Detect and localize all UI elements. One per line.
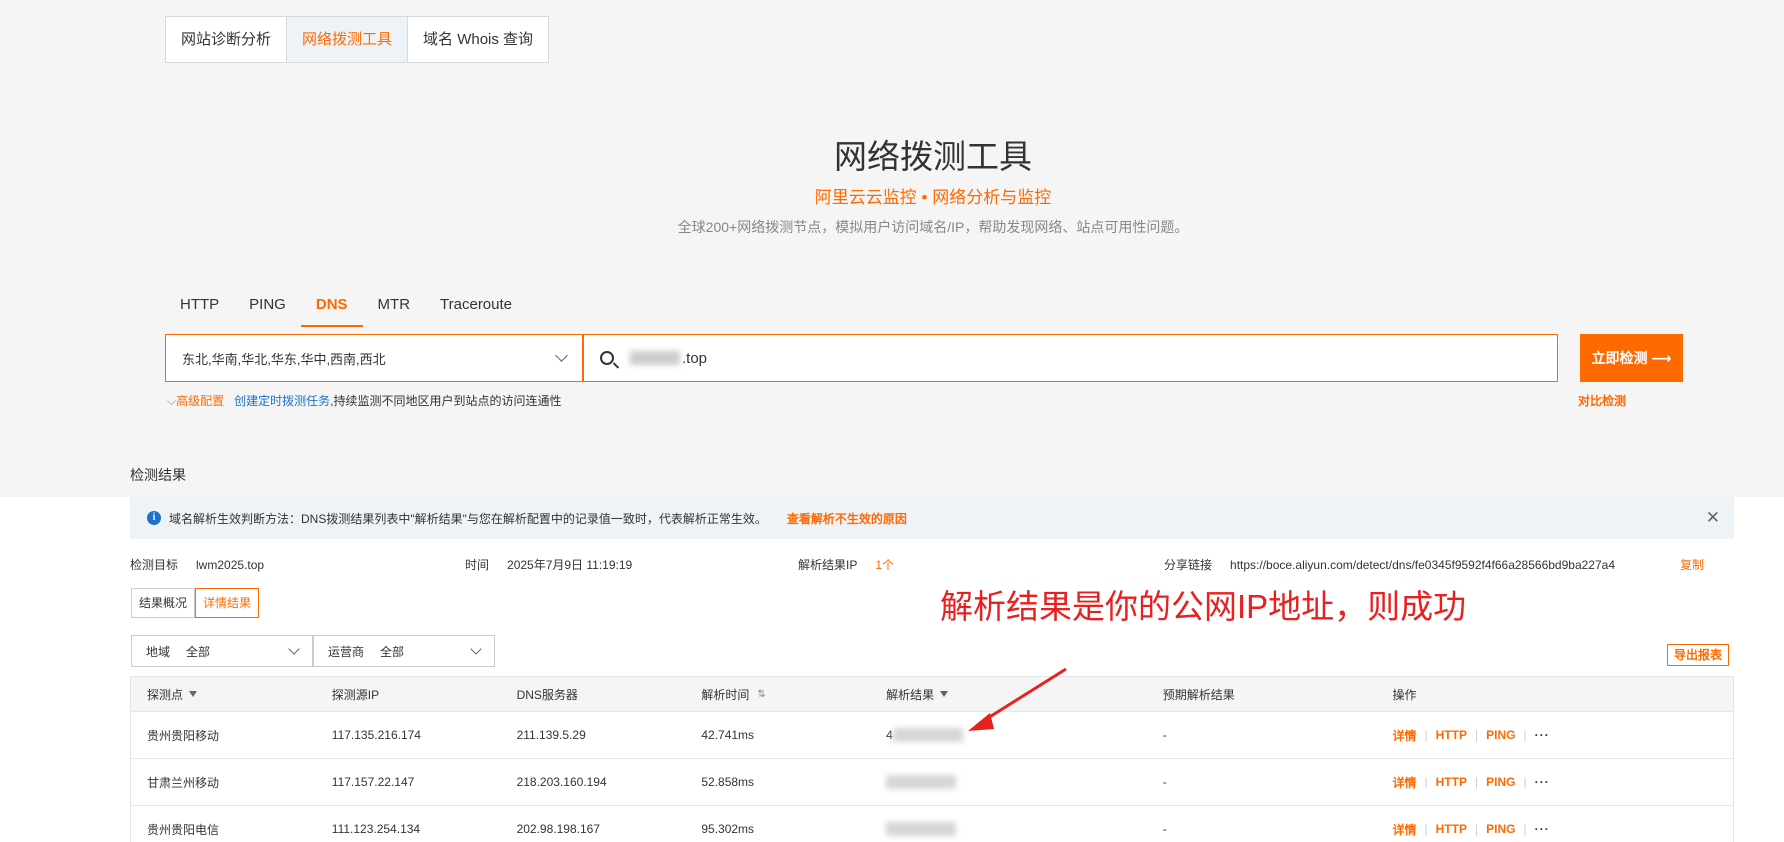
col-probe-point[interactable]: 探测点: [131, 677, 316, 711]
tab-mtr[interactable]: MTR: [363, 293, 426, 327]
share-link[interactable]: https://boce.aliyun.com/detect/dns/fe034…: [1230, 558, 1615, 572]
http-link[interactable]: HTTP: [1436, 775, 1467, 789]
chevron-down-icon: [555, 349, 568, 362]
filter-icon[interactable]: [189, 691, 198, 697]
table-row: 贵州贵阳电信 111.123.254.134 202.98.198.167 95…: [131, 806, 1733, 842]
ping-link[interactable]: PING: [1486, 728, 1515, 742]
resolve-result: [870, 759, 1147, 805]
domain-input[interactable]: .top: [583, 334, 1558, 382]
sort-icon[interactable]: ⇅: [757, 689, 765, 700]
meta-ip-count: 解析结果IP 1个: [798, 558, 895, 572]
overview-toggle[interactable]: 结果概况: [131, 588, 196, 618]
detect-button[interactable]: 立即检测 ⟶: [1580, 334, 1683, 382]
region-select[interactable]: 东北,华南,华北,华东,华中,西南,西北: [165, 334, 583, 382]
table-row: 贵州贵阳移动 117.135.216.174 211.139.5.29 42.7…: [131, 712, 1733, 759]
col-source-ip: 探测源IP: [331, 687, 380, 702]
more-icon[interactable]: ···: [1535, 822, 1550, 836]
view-toggle: 结果概况 详情结果: [131, 588, 260, 618]
domain-suffix: .top: [682, 349, 708, 367]
protocol-tabs: HTTP PING DNS MTR Traceroute: [165, 293, 527, 327]
col-dns-server: DNS服务器: [516, 687, 578, 702]
redacted-ip: [886, 822, 957, 836]
search-icon: [600, 351, 614, 365]
col-expected-result: 预期解析结果: [1162, 687, 1235, 702]
chevron-down-icon: [470, 642, 482, 655]
tab-ping[interactable]: PING: [234, 293, 301, 327]
redacted-domain: [630, 351, 680, 365]
notice-text: 域名解析生效判断方法：DNS拨测结果列表中"解析结果"与您在解析配置中的记录值一…: [169, 511, 767, 526]
notice-bar: i 域名解析生效判断方法：DNS拨测结果列表中"解析结果"与您在解析配置中的记录…: [130, 497, 1734, 539]
resolve-result: [870, 806, 1147, 842]
meta-target: 检测目标 lwm2025.top: [130, 558, 265, 572]
isp-filter[interactable]: 运营商 全部: [313, 635, 495, 667]
tab-dns[interactable]: DNS: [300, 293, 363, 327]
notice-link[interactable]: 查看解析不生效的原因: [787, 510, 907, 527]
meta-share: 分享链接 https://boce.aliyun.com/detect/dns/f…: [1164, 558, 1615, 572]
schedule-text: ,持续监测不同地区用户到站点的访问连通性: [330, 394, 562, 408]
top-tabs: 网站诊断分析 网络拨测工具 域名 Whois 查询: [165, 16, 550, 63]
http-link[interactable]: HTTP: [1436, 822, 1467, 836]
region-filter[interactable]: 地域 全部: [131, 635, 313, 667]
meta-row: 检测目标 lwm2025.top 时间 2025年7月9日 11:19:19 解析结…: [130, 556, 1734, 572]
tab-http[interactable]: HTTP: [165, 293, 234, 327]
tab-traceroute[interactable]: Traceroute: [425, 293, 527, 327]
http-link[interactable]: HTTP: [1436, 728, 1467, 742]
detail-link[interactable]: 详情: [1393, 774, 1417, 791]
chevron-down-icon: [288, 642, 300, 655]
tab-whois[interactable]: 域名 Whois 查询: [408, 17, 548, 62]
compare-link[interactable]: 对比检测: [1578, 392, 1626, 409]
detail-toggle[interactable]: 详情结果: [195, 588, 260, 618]
tab-site-diagnosis[interactable]: 网站诊断分析: [166, 17, 288, 62]
detail-link[interactable]: 详情: [1393, 821, 1417, 838]
col-actions: 操作: [1392, 687, 1417, 702]
info-icon: i: [147, 511, 161, 525]
row-actions: 详情 | HTTP | PING | ···: [1392, 727, 1550, 744]
close-icon[interactable]: ✕: [1706, 508, 1720, 528]
filter-icon[interactable]: [940, 691, 949, 697]
detail-link[interactable]: 详情: [1393, 727, 1417, 744]
redacted-ip: [892, 728, 963, 742]
region-select-value: 东北,华南,华北,华东,华中,西南,西北: [182, 351, 386, 367]
schedule-task-link[interactable]: 创建定时拨测任务: [234, 394, 330, 408]
advanced-row: ⌵高级配置 创建定时拨测任务,持续监测不同地区用户到站点的访问连通性: [167, 392, 561, 409]
row-actions: 详情 | HTTP | PING | ···: [1392, 774, 1550, 791]
meta-time: 时间 2025年7月9日 11:19:19: [465, 558, 633, 572]
ping-link[interactable]: PING: [1486, 822, 1515, 836]
page-description: 全球200+网络拨测节点，模拟用户访问域名/IP，帮助发现网络、站点可用性问题。: [677, 219, 1189, 235]
copy-button[interactable]: 复制: [1680, 556, 1704, 573]
ping-link[interactable]: PING: [1486, 775, 1515, 789]
tab-network-probe[interactable]: 网络拨测工具: [287, 17, 409, 62]
results-title: 检测结果: [130, 467, 186, 483]
annotation-arrow-icon: [968, 667, 1067, 731]
row-actions: 详情 | HTTP | PING | ···: [1392, 821, 1550, 838]
advanced-config-link[interactable]: ⌵高级配置: [167, 392, 224, 409]
page-subtitle: 阿里云云监控 • 网络分析与监控: [814, 188, 1052, 207]
page-title: 网络拨测工具: [834, 138, 1032, 175]
annotation-text: 解析结果是你的公网IP地址，则成功: [940, 588, 1467, 625]
col-resolve-time[interactable]: 解析时间 ⇅: [685, 677, 870, 711]
redacted-ip: [886, 775, 957, 789]
results-table: 探测点 探测源IP DNS服务器 解析时间 ⇅ 解析结果 预期解析结果 操作 贵州…: [130, 676, 1734, 842]
table-row: 甘肃兰州移动 117.157.22.147 218.203.160.194 52…: [131, 759, 1733, 806]
more-icon[interactable]: ···: [1535, 775, 1550, 789]
export-button[interactable]: 导出报表: [1667, 644, 1730, 666]
more-icon[interactable]: ···: [1535, 728, 1550, 742]
table-header: 探测点 探测源IP DNS服务器 解析时间 ⇅ 解析结果 预期解析结果 操作: [131, 677, 1733, 712]
